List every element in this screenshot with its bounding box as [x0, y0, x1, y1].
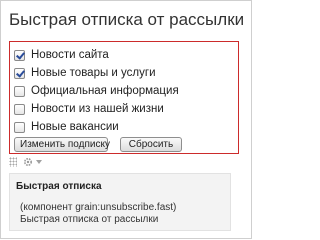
option-label: Новые вакансии — [31, 121, 119, 133]
chevron-down-icon[interactable] — [36, 160, 42, 164]
checkbox[interactable] — [14, 85, 25, 97]
subscription-option[interactable]: Новые товары и услуги — [14, 64, 156, 82]
subscription-option[interactable]: Новые вакансии — [14, 118, 119, 136]
component-description: Быстрая отписка от рассылки — [20, 214, 159, 225]
checkbox[interactable] — [14, 49, 25, 61]
grip-icon[interactable] — [9, 157, 17, 167]
option-label: Новости сайта — [31, 49, 109, 61]
option-label: Официальная информация — [31, 85, 179, 97]
option-label: Новости из нашей жизни — [31, 103, 164, 115]
subscription-option[interactable]: Новости сайта — [14, 46, 109, 64]
page-title: Быстрая отписка от рассылки — [9, 10, 245, 29]
checkbox[interactable] — [14, 67, 25, 79]
reset-button[interactable]: Сбросить — [120, 137, 182, 152]
component-toolbar — [9, 156, 45, 168]
checkbox[interactable] — [14, 103, 25, 115]
unsubscribe-form: Новости сайта Новые товары и услуги Офиц… — [9, 41, 239, 154]
checkbox[interactable] — [14, 121, 25, 133]
subscription-option[interactable]: Новости из нашей жизни — [14, 100, 164, 118]
option-label: Новые товары и услуги — [31, 67, 156, 79]
change-subscription-button[interactable]: Изменить подписку — [14, 137, 110, 152]
component-code: (компонент grain:unsubscribe.fast) — [20, 202, 177, 213]
component-frame: Быстрая отписка от рассылки Новости сайт… — [0, 0, 252, 239]
subscription-option[interactable]: Официальная информация — [14, 82, 179, 100]
component-info-panel: Быстрая отписка (компонент grain:unsubsc… — [9, 173, 231, 231]
gear-icon[interactable] — [23, 157, 33, 167]
component-title: Быстрая отписка — [16, 181, 102, 192]
